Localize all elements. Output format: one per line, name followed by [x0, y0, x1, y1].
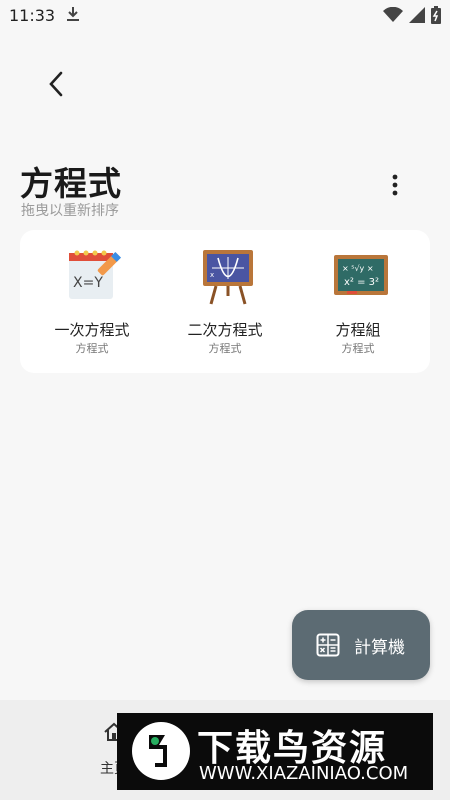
calculator-fab-label: 計算機 [354, 637, 405, 658]
status-bar: 11:33 [0, 0, 450, 30]
signal-icon [409, 7, 425, 23]
linear-equation-notepad-icon: X=Y [67, 247, 123, 307]
page-subtitle: 拖曳以重新排序 [21, 203, 119, 219]
equation-system-chalkboard-icon: × ⁵√y × x² = 3² [333, 247, 389, 307]
item-label: 二次方程式 [187, 321, 263, 339]
back-button[interactable] [38, 66, 74, 102]
download-icon [66, 6, 80, 26]
bird-logo-icon [132, 722, 190, 780]
notepad-text: X=Y [73, 275, 103, 291]
item-label: 一次方程式 [54, 321, 130, 339]
equations-card: X=Y 一次方程式 方程式 x 二次方程式 方程式 × ⁵√y × x² = 3… [20, 230, 430, 373]
more-options-button[interactable] [380, 170, 410, 200]
chalkboard-text: x² = 3² [344, 277, 379, 288]
item-sublabel: 方程式 [75, 342, 109, 355]
list-item-quadratic-equation[interactable]: x 二次方程式 方程式 [157, 230, 293, 373]
wifi-icon [383, 7, 403, 22]
item-sublabel: 方程式 [341, 342, 375, 355]
item-sublabel: 方程式 [208, 342, 242, 355]
list-item-equation-system[interactable]: × ⁵√y × x² = 3² 方程組 方程式 [290, 230, 426, 373]
battery-icon [431, 6, 441, 24]
svg-text:× ⁵√y ×: × ⁵√y × [342, 264, 374, 273]
quadratic-easel-graph-icon: x [200, 247, 256, 307]
watermark-url: WWW.XIAZAINIAO.COM [199, 763, 409, 784]
item-label: 方程組 [335, 321, 381, 339]
more-vert-icon [392, 174, 398, 196]
back-arrow-icon [49, 71, 63, 97]
svg-text:x: x [210, 271, 214, 279]
page-title: 方程式 [20, 164, 122, 203]
calculator-icon [316, 633, 340, 657]
status-time: 11:33 [9, 6, 56, 25]
calculator-fab-button[interactable]: 計算機 [292, 610, 430, 680]
watermark-banner: 下载鸟资源 WWW.XIAZAINIAO.COM [117, 713, 433, 790]
status-icons [383, 6, 441, 24]
list-item-linear-equation[interactable]: X=Y 一次方程式 方程式 [24, 230, 160, 373]
